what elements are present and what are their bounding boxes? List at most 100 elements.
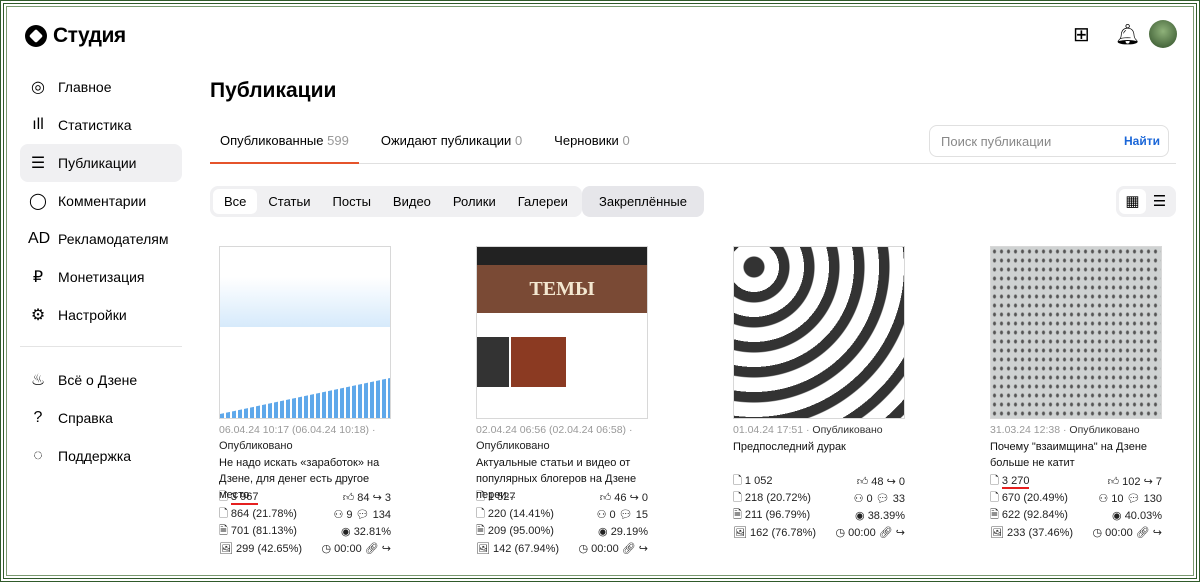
ctr-value: 40.03%: [1124, 510, 1162, 522]
clock-icon: ◷: [835, 527, 846, 539]
reposts-count: 0: [641, 492, 648, 504]
sidebar-item-label: Публикации: [58, 155, 137, 171]
comments-count: 15: [635, 509, 648, 521]
subscriber-views-count: 233 (37.46%): [1007, 527, 1074, 539]
list-view-icon[interactable]: ☰: [1146, 189, 1173, 214]
filter-2[interactable]: Посты: [322, 189, 382, 214]
publication-title[interactable]: Актуальные статьи и видео от популярных …: [476, 455, 648, 501]
publication-status: Опубликовано: [476, 440, 550, 452]
comments-count: 130: [1143, 493, 1162, 505]
views-icon: 🗋: [219, 491, 228, 503]
publication-card[interactable]: ТЕМЫ 02.04.24 06:56 (02.04.24 06:58) · О…: [476, 246, 648, 557]
ctr-icon: ◉: [855, 510, 865, 522]
filter-1[interactable]: Статьи: [257, 189, 321, 214]
reposts-count: 7: [1155, 476, 1162, 488]
tab-2[interactable]: Черновики 0: [544, 124, 640, 164]
search-input[interactable]: Поиск публикации Найти: [929, 125, 1169, 157]
sidebar-help-item-2[interactable]: ◌ Поддержка: [20, 437, 182, 475]
sidebar-icon: ◯: [29, 193, 47, 210]
ctr-icon: ◉: [341, 526, 351, 538]
publication-card[interactable]: 06.04.24 10:17 (06.04.24 10:18) · Опубли…: [219, 246, 391, 557]
publication-title[interactable]: Предпоследний дурак: [733, 439, 905, 471]
share-icon[interactable]: ↪: [639, 543, 648, 555]
publication-thumbnail[interactable]: [733, 246, 905, 419]
sidebar-help-item-0[interactable]: ♨ Всё о Дзене: [20, 361, 182, 399]
subscribers-icon: ⚇: [333, 509, 344, 521]
studio-logo[interactable]: Студия: [25, 24, 126, 48]
tab-0[interactable]: Опубликованные 599: [210, 124, 359, 164]
type-filters: Все Статьи Посты Видео Ролики Галереи: [210, 186, 582, 217]
publication-thumbnail[interactable]: [219, 246, 391, 419]
search-placeholder: Поиск публикации: [941, 133, 1052, 149]
publication-card[interactable]: 01.04.24 17:51 · Опубликовано Предпослед…: [733, 246, 905, 541]
sidebar-item-6[interactable]: ⚙ Настройки: [20, 296, 182, 334]
sidebar-item-4[interactable]: AD Рекламодателям: [20, 220, 182, 258]
sidebar: ◎ Главное ıll Статистика ☰ Публикации ◯ Коммент…: [20, 68, 182, 475]
views-icon: 🗋: [990, 475, 999, 487]
reads-count: 864 (21.78%): [230, 508, 297, 520]
avatar[interactable]: [1149, 20, 1177, 48]
full-reads-count: 701 (81.13%): [230, 525, 297, 537]
grid-view-icon[interactable]: ▦: [1119, 189, 1146, 214]
subscriber-views-count: 162 (76.78%): [750, 527, 817, 539]
read-time: 00:00: [848, 527, 876, 539]
followers-count: 9: [346, 509, 353, 521]
bell-icon[interactable]: 🔔︎: [1115, 22, 1140, 47]
like-icon: 👍︎: [1107, 476, 1120, 488]
publication-status: Опубликовано: [812, 424, 883, 436]
reads-icon: 🗋: [476, 508, 485, 520]
sidebar-item-label: Комментарии: [58, 193, 147, 209]
link-icon[interactable]: 🔗︎: [365, 543, 379, 555]
views-icon: 🗋: [733, 475, 742, 487]
sidebar-item-3[interactable]: ◯ Комментарии: [20, 182, 182, 220]
share-icon[interactable]: ↪: [896, 527, 905, 539]
add-icon[interactable]: ⊞: [1073, 22, 1090, 47]
likes-count: 102: [1122, 476, 1141, 488]
app-title: Студия: [53, 24, 126, 47]
read-time: 00:00: [591, 543, 619, 555]
tab-count: 0: [514, 133, 523, 148]
publication-card[interactable]: 31.03.24 12:38 · Опубликовано Почему "вз…: [990, 246, 1162, 541]
ctr-icon: ◉: [1112, 510, 1122, 522]
sidebar-item-2[interactable]: ☰ Публикации: [20, 144, 182, 182]
publication-stats: 🗋 1 052 👍︎ 48 ↪ 0 🗋 218 (20.72%) ⚇ 0 💬︎ 33…: [733, 473, 905, 541]
reposts-count: 3: [384, 492, 391, 504]
sidebar-item-5[interactable]: ₽ Монетизация: [20, 258, 182, 296]
page-title: Публикации: [210, 79, 337, 102]
publication-thumbnail[interactable]: ТЕМЫ: [476, 246, 648, 419]
like-icon: 👍︎: [599, 492, 612, 504]
link-icon[interactable]: 🔗︎: [879, 527, 893, 539]
like-icon: 👍︎: [856, 476, 869, 488]
link-icon[interactable]: 🔗︎: [1136, 527, 1150, 539]
tab-label: Черновики: [554, 133, 619, 148]
sidebar-item-label: Справка: [58, 410, 113, 426]
subscriber-views-count: 299 (42.65%): [236, 543, 303, 555]
pinned-button[interactable]: Закреплённые: [582, 186, 704, 217]
subscribers-icon: ⚇: [853, 493, 864, 505]
tab-1[interactable]: Ожидают публикации 0: [371, 124, 532, 164]
filter-0[interactable]: Все: [213, 189, 258, 214]
link-icon[interactable]: 🔗︎: [622, 543, 636, 555]
reads-count: 218 (20.72%): [744, 492, 811, 504]
share-icon[interactable]: ↪: [1153, 527, 1162, 539]
publication-thumbnail[interactable]: [990, 246, 1162, 419]
publication-title[interactable]: Не надо искать «заработок» на Дзене, для…: [219, 455, 391, 501]
clock-icon: ◷: [578, 543, 589, 555]
read-time: 00:00: [334, 543, 362, 555]
filter-3[interactable]: Видео: [382, 189, 442, 214]
sidebar-item-1[interactable]: ıll Статистика: [20, 106, 182, 144]
views-count: 3 967: [230, 491, 259, 505]
share-icon[interactable]: ↪: [382, 543, 391, 555]
views-count: 3 270: [1001, 475, 1030, 489]
subscribers-icon: ⚇: [596, 509, 607, 521]
publication-title[interactable]: Почему "взаимщина" на Дзене больше не ка…: [990, 439, 1162, 471]
subscriber-views-icon: 🖼︎: [733, 527, 747, 539]
publication-stats: 🗋 3 967 👍︎ 84 ↪ 3 🗋 864 (21.78%) ⚇ 9 💬︎ 13…: [219, 489, 391, 557]
sidebar-help-item-1[interactable]: ? Справка: [20, 399, 182, 437]
filter-4[interactable]: Ролики: [442, 189, 507, 214]
sidebar-item-0[interactable]: ◎ Главное: [20, 68, 182, 106]
ctr-value: 32.81%: [353, 526, 391, 538]
search-button[interactable]: Найти: [1124, 134, 1160, 148]
filter-5[interactable]: Галереи: [507, 189, 579, 214]
sidebar-item-label: Всё о Дзене: [58, 372, 138, 388]
